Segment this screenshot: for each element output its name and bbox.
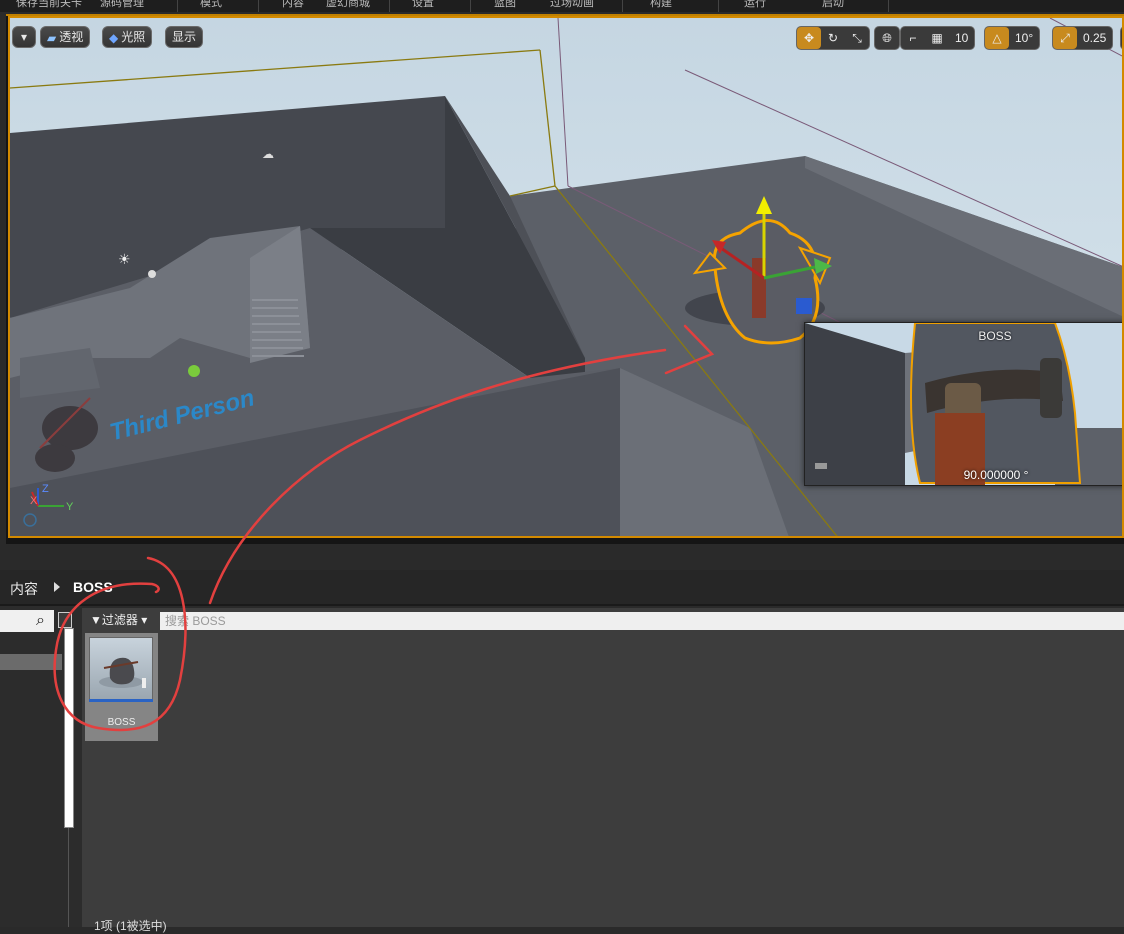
axis-z-label: Z (42, 483, 49, 495)
filter-icon: ▼ (90, 613, 102, 627)
world-icon[interactable]: 🌐︎ (875, 27, 899, 49)
perspective-icon: ▰ (47, 30, 57, 45)
menu-build[interactable]: 构建 (650, 0, 672, 10)
directional-light-icon: ☀ (118, 251, 131, 267)
rotation-snap-group: △ 10° (984, 26, 1041, 50)
level-viewport[interactable]: Third Person ☁ ☀ Z X Y ▾ ▰ 透视 ◆ 光照 显示 ✥ … (8, 16, 1124, 538)
angle-icon[interactable]: △ (985, 27, 1009, 49)
chevron-down-icon: ▾ (137, 613, 148, 627)
menu-separator (888, 0, 889, 12)
menu-settings[interactable]: 设置 (412, 0, 434, 10)
lit-cube-icon: ◆ (109, 30, 119, 45)
grid-snap-value[interactable]: 10 (949, 27, 974, 49)
rotate-icon[interactable]: ↻ (821, 27, 845, 49)
menu-separator (389, 0, 390, 12)
menu-content[interactable]: 内容 (282, 0, 304, 10)
show-button[interactable]: 显示 (165, 26, 204, 48)
preview-camera-icon (815, 463, 827, 469)
transform-tools: ✥ ↻ ⤡ (796, 26, 870, 50)
surface-snap-icon[interactable]: ⌐ (901, 27, 925, 49)
translate-icon[interactable]: ✥ (797, 27, 821, 49)
player-start-icon (188, 365, 200, 377)
content-browser-header: 内容 BOSS (0, 570, 1124, 606)
asset-tile-boss[interactable]: BOSS (85, 633, 158, 741)
axis-x-label: X (30, 495, 38, 507)
asset-thumbnail (89, 637, 153, 701)
rotation-snap-value[interactable]: 10° (1009, 27, 1039, 49)
preview-title: BOSS (978, 329, 1012, 343)
menu-cinematics[interactable]: 过场动画 (550, 0, 594, 10)
scrollbar[interactable] (64, 628, 74, 828)
grid-snap-group: ⌐ ▦ 10 (900, 26, 976, 50)
panel-divider[interactable] (68, 828, 69, 927)
menu-play[interactable]: 运行 (744, 0, 766, 10)
menu-separator (470, 0, 471, 12)
scale-snap-value[interactable]: 0.25 (1077, 27, 1112, 49)
main-toolbar-strip: 保存当前关卡 源码管理 模式 内容 虚幻商城 设置 蓝图 过场动画 构建 运行 … (0, 0, 1124, 12)
asset-type-bar (89, 699, 153, 702)
coordinate-system: 🌐︎ (874, 26, 900, 50)
scale-snap-group: ⤢ 0.25 (1052, 26, 1114, 50)
axis-y-label: Y (66, 501, 74, 513)
asset-name: BOSS (107, 717, 136, 728)
filter-label: 过滤器 (101, 613, 138, 627)
filter-button[interactable]: ▼过滤器 ▾ (86, 610, 151, 630)
folder-tree-panel: ⌕ (0, 606, 82, 927)
menu-separator (622, 0, 623, 12)
preview-scene (805, 323, 1122, 485)
camera-preview: BOSS 90.000000 ° (804, 322, 1122, 486)
sky-light-icon: ☁ (262, 147, 274, 161)
folder-search-input[interactable] (0, 610, 54, 632)
view-options-icon[interactable] (58, 612, 72, 628)
breadcrumb-boss[interactable]: BOSS (73, 579, 113, 595)
camera-speed-icon[interactable] (1120, 26, 1122, 50)
search-icon[interactable]: ⌕ (36, 612, 45, 630)
selected-folder-row[interactable] (0, 654, 62, 670)
status-text: 1项 (1被选中) (94, 919, 167, 933)
menu-separator (258, 0, 259, 12)
menu-separator (177, 0, 178, 12)
asset-view[interactable] (82, 608, 1124, 927)
grid-icon[interactable]: ▦ (925, 27, 949, 49)
lighting-button[interactable]: ◆ 光照 (102, 26, 153, 48)
viewport-options-dropdown[interactable]: ▾ (12, 26, 36, 48)
menu-save-level[interactable]: 保存当前关卡 (16, 0, 82, 10)
breadcrumb-content[interactable]: 内容 (10, 579, 38, 599)
asset-search-input[interactable] (160, 612, 1124, 630)
scale-snap-icon[interactable]: ⤢ (1053, 27, 1077, 49)
menu-marketplace[interactable]: 虚幻商城 (326, 0, 370, 10)
breadcrumb-arrow-icon[interactable] (54, 582, 60, 592)
perspective-label: 透视 (59, 30, 84, 44)
menu-launch[interactable]: 启动 (822, 0, 844, 10)
perspective-button[interactable]: ▰ 透视 (40, 26, 91, 48)
chevron-down-icon: ▾ (20, 30, 28, 44)
menu-source-control[interactable]: 源码管理 (100, 0, 144, 10)
scale-icon[interactable]: ⤡ (845, 27, 869, 49)
menu-blueprints[interactable]: 蓝图 (494, 0, 516, 10)
show-label: 显示 (172, 30, 197, 44)
menu-modes[interactable]: 模式 (200, 0, 222, 10)
menu-separator (718, 0, 719, 12)
preview-angle-readout: 90.000000 ° (963, 468, 1029, 482)
lighting-label: 光照 (121, 30, 146, 44)
reflection-capture-icon (148, 270, 156, 278)
